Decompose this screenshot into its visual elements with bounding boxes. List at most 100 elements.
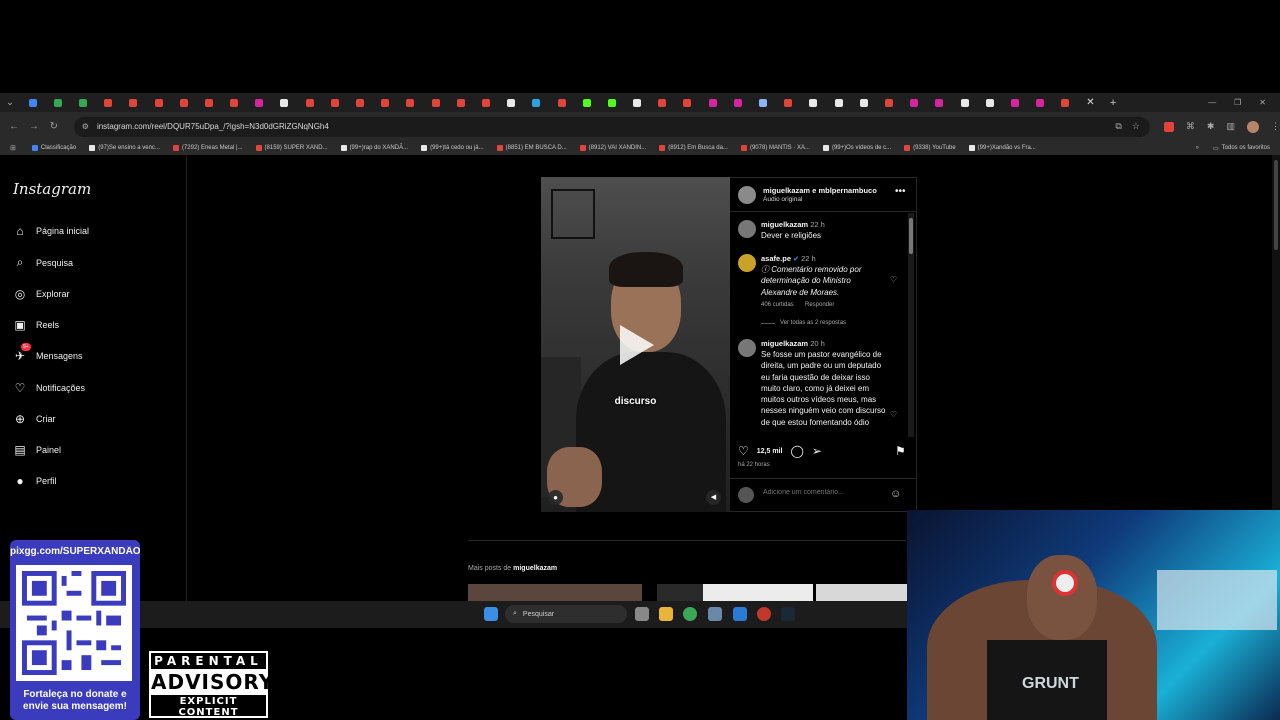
bookmark-item[interactable]: Classificação <box>31 145 76 151</box>
browser-tab[interactable] <box>1028 93 1053 112</box>
obs-icon[interactable] <box>757 607 771 621</box>
tab-search-chevron-icon[interactable]: ⌄ <box>0 97 20 108</box>
browser-tab[interactable] <box>851 93 876 112</box>
task-view-icon[interactable] <box>635 607 649 621</box>
close-tab-icon[interactable]: ✕ <box>1078 93 1103 112</box>
browser-tab[interactable] <box>675 93 700 112</box>
bookmark-item[interactable]: (99+)Os vídeos de c... <box>822 145 891 151</box>
page-scrollbar-thumb[interactable] <box>1274 160 1278 250</box>
browser-tab[interactable] <box>625 93 650 112</box>
view-replies-link[interactable]: Ver todas as 2 respostas <box>780 320 846 326</box>
browser-tab[interactable] <box>373 93 398 112</box>
sidebar-item-search[interactable]: ⌕ Pesquisa <box>12 255 73 270</box>
all-bookmarks-folder[interactable]: ▭ Todos os favoritos <box>1213 145 1270 152</box>
browser-tab[interactable] <box>524 93 549 112</box>
browser-tab[interactable] <box>171 93 196 112</box>
star-icon[interactable]: ☆ <box>1132 121 1140 132</box>
sidebar-item-reels[interactable]: ▣ Reels <box>12 318 59 332</box>
apps-grid-icon[interactable]: ⊞ <box>10 144 16 152</box>
browser-tab[interactable] <box>599 93 624 112</box>
author-avatar[interactable] <box>738 186 756 204</box>
browser-tab[interactable] <box>20 93 45 112</box>
bookmark-item[interactable]: (7292) Eneas Metal |... <box>172 145 243 151</box>
bookmark-item[interactable]: (99+)rap do XANDÃ... <box>340 145 408 151</box>
comment-avatar[interactable] <box>738 254 756 272</box>
browser-tab[interactable] <box>146 93 171 112</box>
comment-bubble-icon[interactable]: ◯ <box>790 444 803 458</box>
comment-likes[interactable]: 406 curtidas <box>761 302 794 308</box>
bookmark-item[interactable]: (97)Se ensino a venc... <box>89 145 160 151</box>
browser-tab[interactable] <box>121 93 146 112</box>
reply-link[interactable]: Responder <box>805 302 834 308</box>
browser-tab[interactable] <box>876 93 901 112</box>
browser-tab[interactable] <box>473 93 498 112</box>
post-audio[interactable]: Áudio original <box>763 196 802 203</box>
browser-tab[interactable] <box>776 93 801 112</box>
sidebar-item-plus[interactable]: ⊕ Criar <box>12 412 56 426</box>
restore-icon[interactable]: ❐ <box>1234 98 1241 107</box>
sidebar-item-profile[interactable]: ● Perfil <box>12 474 56 488</box>
bookmarks-overflow-icon[interactable]: » <box>1196 145 1199 151</box>
browser-tab[interactable] <box>448 93 473 112</box>
browser-tab[interactable] <box>1002 93 1027 112</box>
sidebar-item-heart[interactable]: ♡ Notificações <box>12 381 85 395</box>
like-count[interactable]: 12,5 mil <box>757 448 783 455</box>
bookmark-item[interactable]: (8912) Em Busca da... <box>659 145 728 151</box>
forward-icon[interactable]: → <box>24 121 44 132</box>
browser-tab[interactable] <box>902 93 927 112</box>
chrome-icon[interactable] <box>683 607 697 621</box>
browser-tab[interactable] <box>398 93 423 112</box>
extensions-puzzle-icon[interactable]: ✱ <box>1207 121 1215 132</box>
like-comment-icon[interactable]: ♡ <box>890 275 897 284</box>
comment-user[interactable]: asafe.pe <box>761 254 791 263</box>
minimize-icon[interactable]: — <box>1208 98 1216 107</box>
profile-avatar[interactable] <box>1246 120 1259 133</box>
browser-tab[interactable] <box>927 93 952 112</box>
emoji-icon[interactable]: ☺ <box>890 488 901 500</box>
browser-tab[interactable] <box>650 93 675 112</box>
browser-tab[interactable] <box>574 93 599 112</box>
sidebar-item-dashboard[interactable]: ▤ Painel <box>12 443 61 457</box>
windows-start-icon[interactable] <box>484 607 498 621</box>
install-app-icon[interactable]: ⧉ <box>1115 121 1121 132</box>
file-explorer-icon[interactable] <box>659 607 673 621</box>
share-icon[interactable]: ➢ <box>812 444 822 458</box>
post-thumbnail[interactable] <box>468 584 642 601</box>
bookmark-item[interactable]: (9078) MANTIS · XA... <box>740 145 810 151</box>
post-authors[interactable]: miguelkazam e mblpernambuco <box>763 186 877 195</box>
menu-icon[interactable]: ⋮ <box>1271 121 1280 132</box>
browser-tab[interactable] <box>247 93 272 112</box>
browser-tab[interactable] <box>750 93 775 112</box>
extension-icon[interactable] <box>1163 121 1174 132</box>
browser-tab[interactable] <box>700 93 725 112</box>
browser-tab[interactable] <box>549 93 574 112</box>
more-posts-user-link[interactable]: miguelkazam <box>513 565 557 572</box>
steam-icon[interactable] <box>781 607 795 621</box>
browser-tab[interactable] <box>423 93 448 112</box>
post-thumbnail[interactable] <box>816 584 907 601</box>
post-thumbnail[interactable] <box>657 584 703 601</box>
bookmark-item[interactable]: (99+)Xandão vs Fra... <box>968 145 1036 151</box>
browser-tab[interactable] <box>1053 93 1078 112</box>
bookmark-item[interactable]: (8159) SUPER XAND... <box>255 145 328 151</box>
browser-tab[interactable] <box>222 93 247 112</box>
browser-tab[interactable] <box>725 93 750 112</box>
browser-tab[interactable] <box>826 93 851 112</box>
sidebar-item-home[interactable]: ⌂ Página inicial <box>12 224 89 238</box>
comment-avatar[interactable] <box>738 339 756 357</box>
browser-tab[interactable] <box>347 93 372 112</box>
site-settings-icon[interactable]: ⚙ <box>82 122 89 131</box>
save-bookmark-icon[interactable]: ⚑ <box>895 444 906 458</box>
comment-avatar[interactable] <box>738 220 756 238</box>
browser-tab[interactable] <box>952 93 977 112</box>
browser-tab[interactable] <box>196 93 221 112</box>
mute-icon[interactable]: ◀ <box>706 490 721 505</box>
app-icon[interactable] <box>733 607 747 621</box>
comment-input[interactable] <box>763 489 883 496</box>
browser-tab[interactable] <box>977 93 1002 112</box>
comments-scrollbar-thumb[interactable] <box>909 218 913 254</box>
browser-tab[interactable] <box>45 93 70 112</box>
browser-tab[interactable] <box>801 93 826 112</box>
close-window-icon[interactable]: ✕ <box>1259 98 1266 107</box>
comment-user[interactable]: miguelkazam <box>761 220 808 229</box>
